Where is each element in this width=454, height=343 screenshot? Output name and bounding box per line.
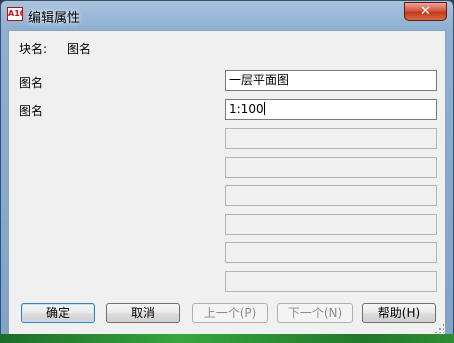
empty-attribute-field-7 (225, 242, 437, 263)
empty-attribute-field-4 (225, 157, 437, 178)
empty-attribute-field-3 (225, 128, 437, 149)
window-title: 编辑属性 (28, 11, 81, 26)
block-name-label: 块名: (19, 42, 48, 56)
help-button[interactable]: 帮助(H) (362, 303, 436, 323)
empty-attribute-field-8 (225, 271, 437, 292)
empty-attribute-field-6 (225, 214, 437, 235)
block-name-value: 图名 (67, 42, 92, 56)
empty-attribute-field-5 (225, 185, 437, 206)
cancel-button[interactable]: 取消 (106, 303, 180, 323)
edit-attributes-dialog: A10 编辑属性 ✕ 块名: 图名 图名 一层平面图 图名 1:100 确定 取… (0, 0, 454, 343)
attribute-value-field-2[interactable]: 1:100 (225, 99, 437, 120)
attribute-value-2: 1:100 (229, 102, 264, 116)
previous-button: 上一个(P) (192, 303, 268, 323)
attribute-value-field-1[interactable]: 一层平面图 (225, 70, 437, 91)
close-button[interactable]: ✕ (404, 2, 447, 21)
attribute-label-2: 图名 (19, 104, 44, 118)
next-button: 下一个(N) (277, 303, 353, 323)
resize-grip[interactable] (434, 323, 444, 333)
attribute-label-1: 图名 (19, 76, 44, 90)
autocad-app-icon: A10 (7, 7, 23, 21)
dialog-body: 块名: 图名 图名 一层平面图 图名 1:100 确定 取消 上一个(P) 下一… (8, 30, 446, 335)
ok-button[interactable]: 确定 (21, 303, 95, 323)
taskbar-strip (0, 334, 454, 343)
text-cursor (263, 102, 265, 115)
title-bar[interactable]: A10 编辑属性 ✕ (1, 1, 453, 29)
